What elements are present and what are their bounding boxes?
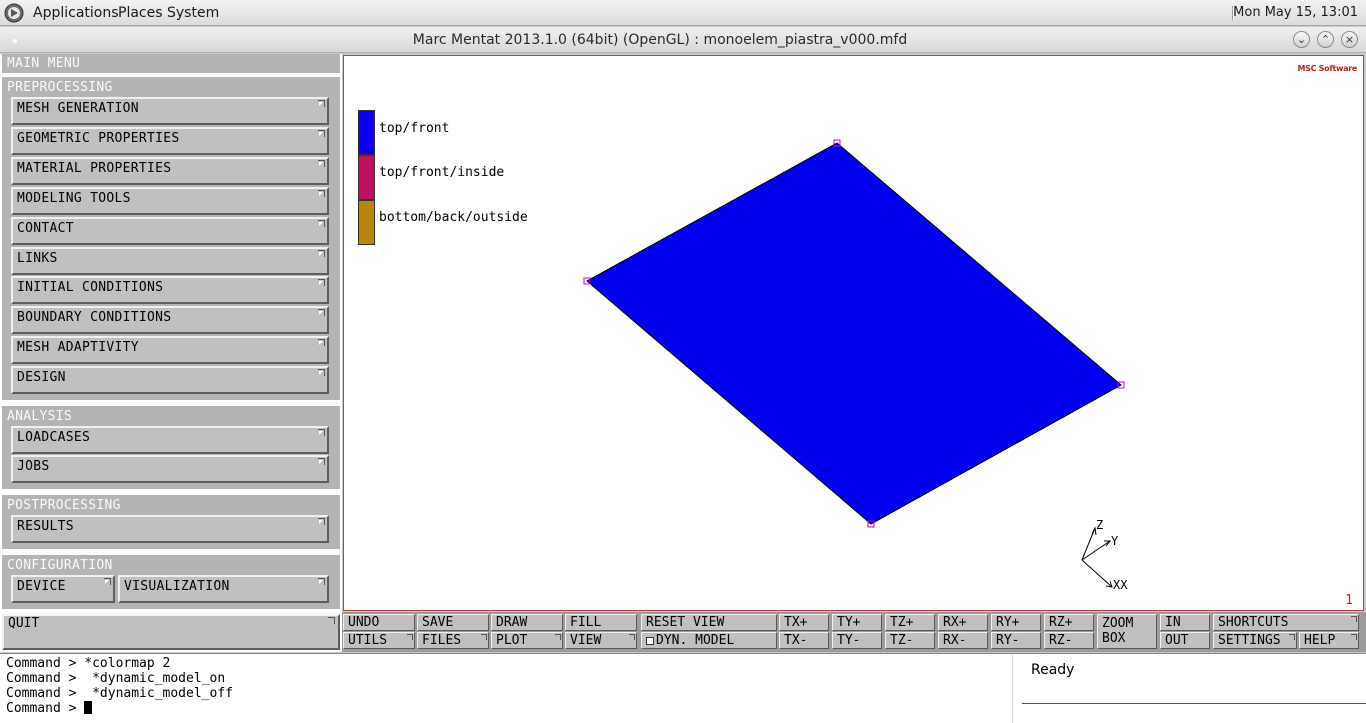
command-history-line: Command > *dynamic_model_on [6, 671, 226, 686]
results-button[interactable]: RESULTS [11, 515, 329, 543]
help-button[interactable]: HELP [1299, 632, 1359, 649]
ty-plus-button[interactable]: TY+ [832, 614, 882, 631]
gnome-foot-icon[interactable] [4, 3, 24, 23]
reset-view-button[interactable]: RESET VIEW [641, 614, 777, 631]
status-text: Ready [1031, 662, 1075, 678]
close-icon[interactable]: × [1341, 31, 1358, 48]
view-number: 1 [1345, 593, 1353, 608]
z-axis-label: Z [1096, 518, 1104, 532]
settings-button[interactable]: SETTINGS [1213, 632, 1297, 649]
quit-button[interactable]: QUIT [2, 614, 340, 650]
shortcuts-button[interactable]: SHORTCUTS [1213, 614, 1359, 631]
jobs-button[interactable]: JOBS [11, 455, 329, 483]
view-button[interactable]: VIEW [565, 632, 637, 649]
menu-divider [2, 73, 340, 77]
plot-button[interactable]: PLOT [491, 632, 563, 649]
ry-plus-button[interactable]: RY+ [991, 614, 1041, 631]
main-menu-panel: MAIN MENU PREPROCESSING MESH GENERATION … [0, 54, 342, 652]
minimize-icon[interactable]: ⌄ [1293, 31, 1310, 48]
zoom-box-button[interactable]: ZOOM BOX [1097, 614, 1157, 649]
analysis-section: ANALYSIS LOADCASES JOBS [2, 406, 340, 489]
boundary-conditions-button[interactable]: BOUNDARY CONDITIONS [11, 306, 329, 334]
loadcases-button[interactable]: LOADCASES [11, 426, 329, 454]
window-titlebar[interactable]: Marc Mentat 2013.1.0 (64bit) (OpenGL) : … [0, 27, 1366, 53]
toolbar: UNDO SAVE DRAW FILL RESET VIEW TX+ TY+ T… [342, 612, 1366, 652]
device-button[interactable]: DEVICE [11, 575, 115, 603]
preprocessing-title: PREPROCESSING [7, 80, 113, 95]
ty-minus-button[interactable]: TY- [832, 632, 882, 649]
top-panel: Applications Places System Mon May 15, 1… [0, 0, 1366, 26]
status-box: Ready [1022, 654, 1366, 704]
visualization-button[interactable]: VISUALIZATION [118, 575, 329, 603]
modeling-tools-button[interactable]: MODELING TOOLS [11, 187, 329, 215]
clock[interactable]: Mon May 15, 13:01 [1233, 0, 1358, 26]
preprocessing-section: MAIN MENU PREPROCESSING MESH GENERATION … [2, 54, 340, 400]
text-cursor [84, 701, 93, 714]
places-menu[interactable]: Places [118, 0, 163, 26]
ry-minus-button[interactable]: RY- [991, 632, 1041, 649]
main-menu-title: MAIN MENU [7, 56, 81, 71]
dyn-model-toggle[interactable]: DYN. MODEL [641, 632, 777, 649]
configuration-title: CONFIGURATION [7, 558, 113, 573]
mesh-generation-button[interactable]: MESH GENERATION [11, 97, 329, 125]
configuration-section: CONFIGURATION DEVICE VISUALIZATION [2, 555, 340, 609]
postprocessing-title: POSTPROCESSING [7, 498, 121, 513]
initial-conditions-button[interactable]: INITIAL CONDITIONS [11, 276, 329, 304]
fill-button[interactable]: FILL [565, 614, 637, 631]
undo-button[interactable]: UNDO [343, 614, 415, 631]
x-axis-label: XX [1113, 578, 1128, 592]
draw-button[interactable]: DRAW [491, 614, 563, 631]
tx-plus-button[interactable]: TX+ [779, 614, 829, 631]
mesh-adaptivity-button[interactable]: MESH ADAPTIVITY [11, 336, 329, 364]
links-button[interactable]: LINKS [11, 247, 329, 275]
zoom-out-button[interactable]: OUT [1160, 632, 1210, 649]
window-title: Marc Mentat 2013.1.0 (64bit) (OpenGL) : … [412, 32, 908, 48]
command-prompt: Command > [6, 701, 85, 716]
save-button[interactable]: SAVE [417, 614, 489, 631]
material-properties-button[interactable]: MATERIAL PROPERTIES [11, 157, 329, 185]
contact-button[interactable]: CONTACT [11, 217, 329, 245]
analysis-title: ANALYSIS [7, 409, 73, 424]
command-input-line[interactable]: Command > [6, 701, 93, 716]
tx-minus-button[interactable]: TX- [779, 632, 829, 649]
dyn-model-checkbox[interactable] [646, 637, 654, 645]
tz-minus-button[interactable]: TZ- [885, 632, 935, 649]
axis-triad [1081, 526, 1113, 588]
applications-menu[interactable]: Applications [33, 0, 119, 26]
rx-minus-button[interactable]: RX- [938, 632, 988, 649]
graphics-viewport[interactable]: MSC Software top/front top/front/inside … [343, 55, 1364, 611]
rz-minus-button[interactable]: RZ- [1044, 632, 1094, 649]
model-canvas[interactable] [344, 56, 1363, 610]
tz-plus-button[interactable]: TZ+ [885, 614, 935, 631]
status-separator [1012, 654, 1013, 723]
geometric-properties-button[interactable]: GEOMETRIC PROPERTIES [11, 127, 329, 155]
system-menu[interactable]: System [167, 0, 219, 26]
zoom-in-button[interactable]: IN [1160, 614, 1210, 631]
command-history-line: Command > *colormap 2 [6, 656, 171, 671]
postprocessing-section: POSTPROCESSING RESULTS [2, 495, 340, 549]
files-button[interactable]: FILES [417, 632, 489, 649]
y-axis-label: Y [1111, 534, 1119, 548]
x-axis-line [1081, 559, 1113, 588]
command-area[interactable]: Command > *colormap 2 Command > *dynamic… [0, 653, 1366, 723]
shell-element[interactable] [586, 142, 1122, 525]
rx-plus-button[interactable]: RX+ [938, 614, 988, 631]
rz-plus-button[interactable]: RZ+ [1044, 614, 1094, 631]
design-button[interactable]: DESIGN [11, 366, 329, 394]
maximize-icon[interactable]: ⌃ [1317, 31, 1334, 48]
command-history-line: Command > *dynamic_model_off [6, 686, 233, 701]
utils-button[interactable]: UTILS [343, 632, 415, 649]
